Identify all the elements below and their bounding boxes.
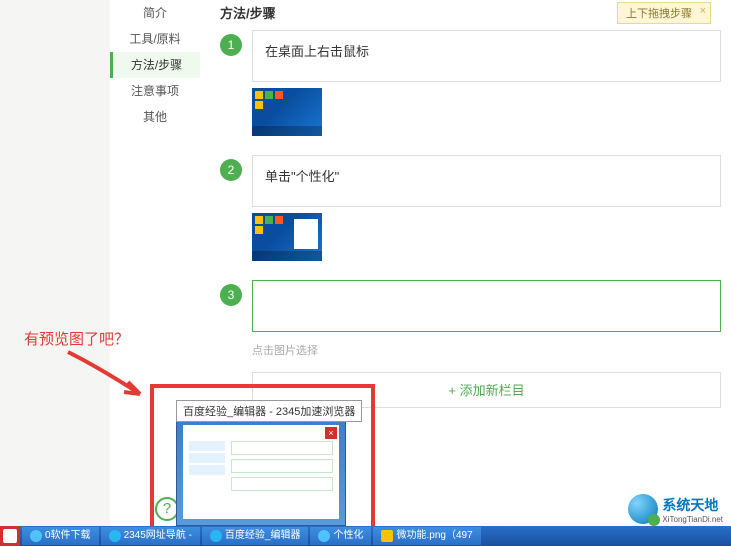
- preview-main-icon: [231, 441, 333, 495]
- image-icon: [381, 530, 393, 542]
- taskbar-item[interactable]: 个性化: [310, 527, 371, 545]
- step-input-1[interactable]: 在桌面上右击鼠标: [252, 30, 721, 82]
- step-input-2[interactable]: 单击"个性化": [252, 155, 721, 207]
- tooltip-text: 上下拖拽步骤: [626, 8, 692, 20]
- taskbar: 0软件下载 2345网址导航 - 百度经验_编辑器 个性化 微功能.png（49…: [0, 526, 731, 546]
- desktop-thumbnail-icon: [252, 88, 322, 136]
- step-row-2: 2 单击"个性化" ✥ × +: [220, 155, 721, 207]
- sidebar-item-notes[interactable]: 注意事项: [110, 78, 200, 104]
- start-button-icon[interactable]: [0, 526, 20, 546]
- tooltip-close-icon[interactable]: ×: [700, 5, 706, 17]
- sidebar: 简介 工具/原料 方法/步骤 注意事项 其他: [110, 0, 200, 130]
- preview-inner: ×: [183, 425, 339, 519]
- step-number-badge: 2: [220, 159, 242, 181]
- preview-sidebar-icon: [189, 441, 225, 477]
- step-thumbnail-2[interactable]: [252, 213, 721, 264]
- desktop-thumbnail-icon: [252, 213, 322, 261]
- sidebar-item-intro[interactable]: 简介: [110, 0, 200, 26]
- step-input-3[interactable]: [252, 280, 721, 332]
- sidebar-item-other[interactable]: 其他: [110, 104, 200, 130]
- step-thumbnail-1[interactable]: [252, 88, 721, 139]
- taskbar-preview-window[interactable]: ×: [176, 418, 346, 526]
- step-number-badge: 1: [220, 34, 242, 56]
- sidebar-item-steps[interactable]: 方法/步骤: [110, 52, 200, 78]
- watermark-logo-icon: [628, 494, 658, 524]
- drag-tooltip: 上下拖拽步骤 ×: [617, 2, 711, 24]
- watermark-text: 系统天地 XiTongTianDi.net: [662, 495, 723, 524]
- upload-hint[interactable]: 点击图片选择: [252, 338, 721, 362]
- taskbar-preview-tooltip: 百度经验_编辑器 - 2345加速浏览器: [176, 400, 362, 422]
- app-icon: [30, 530, 42, 542]
- ie-icon: [109, 530, 121, 542]
- context-menu-icon: [294, 219, 318, 249]
- sidebar-item-tools[interactable]: 工具/原料: [110, 26, 200, 52]
- ie-icon: [210, 530, 222, 542]
- step-row-1: 1 在桌面上右击鼠标 ✥ × +: [220, 30, 721, 82]
- taskbar-item[interactable]: 2345网址导航 -: [101, 527, 200, 545]
- step-number-badge: 3: [220, 284, 242, 306]
- main-content: 方法/步骤 上下拖拽步骤 × 1 在桌面上右击鼠标 ✥ × + 2 单击"个性化…: [220, 0, 721, 408]
- preview-close-icon[interactable]: ×: [325, 427, 337, 439]
- taskbar-item[interactable]: 0软件下载: [22, 527, 99, 545]
- annotation-text: 有预览图了吧？: [24, 328, 129, 349]
- annotation-arrow-icon: [60, 348, 160, 408]
- taskbar-item[interactable]: 百度经验_编辑器: [202, 527, 309, 545]
- step-row-3: 3 ✥ × +: [220, 280, 721, 332]
- watermark: 系统天地 XiTongTianDi.net: [628, 494, 723, 524]
- taskbar-item[interactable]: 微功能.png（497: [373, 527, 480, 545]
- app-icon: [318, 530, 330, 542]
